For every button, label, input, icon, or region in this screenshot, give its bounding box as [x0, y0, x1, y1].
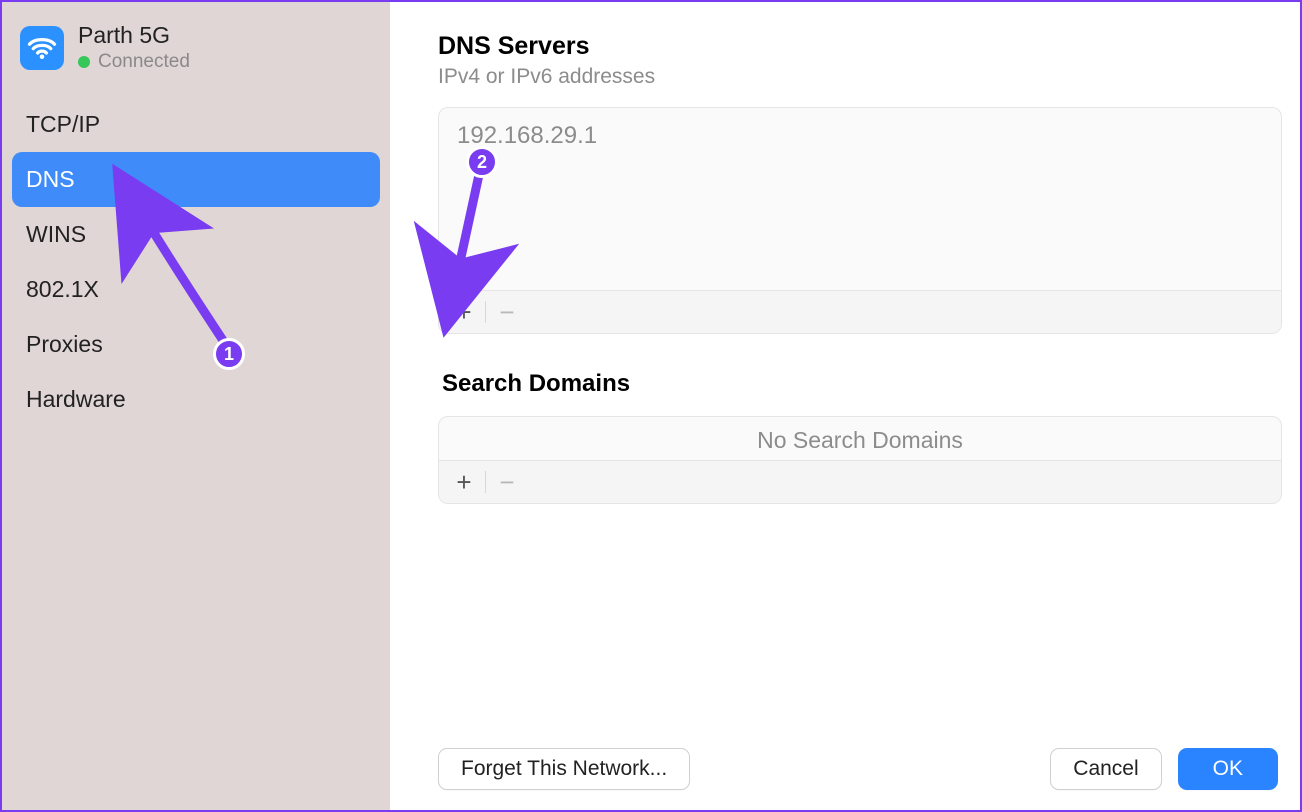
- dns-servers-footer: + −: [439, 290, 1281, 333]
- sidebar: Parth 5G Connected TCP/IP DNS WINS 802.1…: [2, 2, 390, 810]
- dns-servers-subtitle: IPv4 or IPv6 addresses: [438, 65, 1282, 89]
- search-domains-remove-button[interactable]: −: [490, 465, 524, 499]
- search-domains-add-button[interactable]: +: [447, 465, 481, 499]
- main-panel: DNS Servers IPv4 or IPv6 addresses 192.1…: [390, 2, 1300, 810]
- dialog-footer: Forget This Network... Cancel OK: [438, 742, 1282, 796]
- separator: [485, 471, 486, 493]
- wifi-icon: [20, 26, 64, 70]
- search-domains-title: Search Domains: [438, 370, 1282, 398]
- sidebar-item-wins[interactable]: WINS: [12, 207, 380, 262]
- dns-add-button[interactable]: +: [447, 295, 481, 329]
- dns-servers-list[interactable]: 192.168.29.1 + −: [438, 107, 1282, 334]
- ok-button[interactable]: OK: [1178, 748, 1278, 790]
- dns-servers-title: DNS Servers: [438, 32, 1282, 61]
- dns-servers-body[interactable]: 192.168.29.1: [439, 108, 1281, 290]
- network-status: Connected: [98, 51, 190, 73]
- network-settings-window: Parth 5G Connected TCP/IP DNS WINS 802.1…: [2, 2, 1300, 810]
- sidebar-item-hardware[interactable]: Hardware: [12, 372, 380, 427]
- dns-remove-button[interactable]: −: [490, 295, 524, 329]
- search-domains-list[interactable]: No Search Domains + −: [438, 416, 1282, 504]
- search-domains-placeholder: No Search Domains: [439, 417, 1281, 460]
- network-name: Parth 5G: [78, 22, 190, 49]
- dns-entry[interactable]: 192.168.29.1: [457, 122, 1263, 150]
- network-status-row: Connected: [78, 51, 190, 73]
- sidebar-item-dns[interactable]: DNS: [12, 152, 380, 207]
- sidebar-item-proxies[interactable]: Proxies: [12, 317, 380, 372]
- forget-network-button[interactable]: Forget This Network...: [438, 748, 690, 790]
- sidebar-item-8021x[interactable]: 802.1X: [12, 262, 380, 317]
- status-dot-icon: [78, 56, 90, 68]
- sidebar-item-tcpip[interactable]: TCP/IP: [12, 97, 380, 152]
- separator: [485, 301, 486, 323]
- wifi-header: Parth 5G Connected: [12, 12, 380, 81]
- sidebar-nav: TCP/IP DNS WINS 802.1X Proxies Hardware: [12, 97, 380, 427]
- cancel-button[interactable]: Cancel: [1050, 748, 1161, 790]
- wifi-meta: Parth 5G Connected: [78, 22, 190, 73]
- search-domains-footer: + −: [439, 460, 1281, 503]
